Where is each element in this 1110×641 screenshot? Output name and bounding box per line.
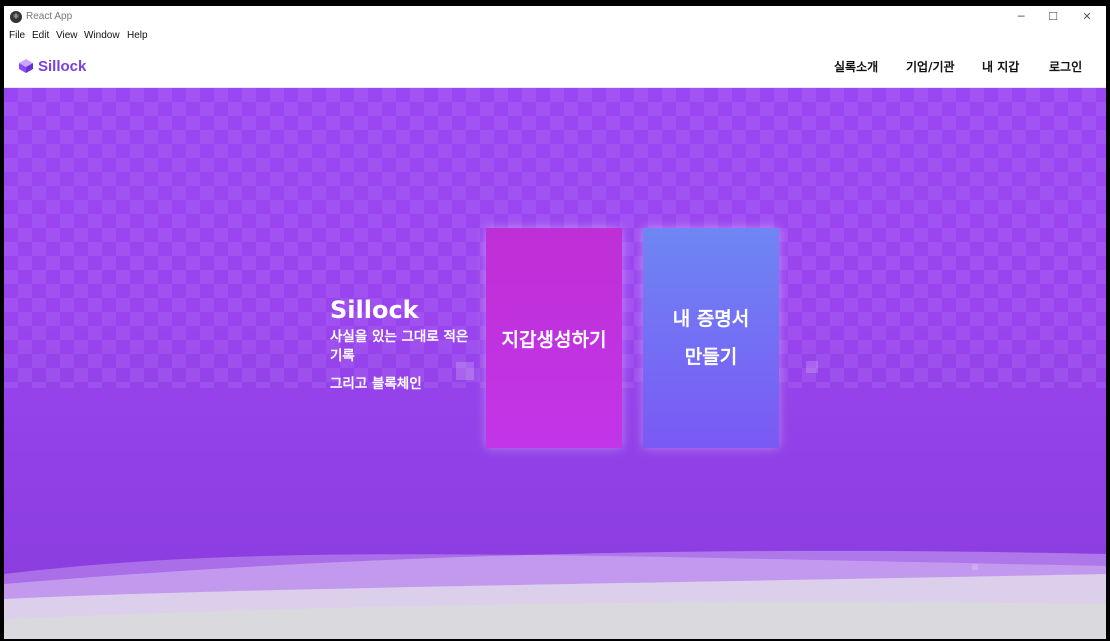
hero-tagline-blockchain: 그리고 블록체인 — [330, 376, 422, 392]
hero-intro: Sillock 사실을 있는 그대로 적은 기록 그리고 블록체인 — [330, 296, 470, 392]
site-navbar: Sillock 실록소개 기업/기관 내 지갑 로그인 — [4, 44, 1106, 88]
menu-window[interactable]: Window — [84, 30, 120, 41]
create-wallet-label: 지갑생성하기 — [501, 328, 607, 351]
make-certificate-card[interactable]: 내 증명서 만들기 — [643, 228, 779, 448]
nav-login[interactable]: 로그인 — [1049, 58, 1082, 75]
make-certificate-label-line1: 내 증명서 — [672, 308, 750, 330]
react-app-icon: ⚛ — [10, 11, 22, 23]
close-button[interactable]: ✕ — [1072, 8, 1102, 26]
maximize-button[interactable]: ☐ — [1038, 8, 1068, 26]
app-window: ⚛ React App ─ ☐ ✕ File Edit View Window … — [4, 6, 1106, 639]
menu-edit[interactable]: Edit — [32, 30, 49, 41]
sillock-cube-icon — [18, 58, 34, 74]
hero-title: Sillock — [330, 296, 419, 324]
floating-square — [806, 361, 818, 373]
brand-logo[interactable]: Sillock — [18, 55, 86, 77]
nav-about[interactable]: 실록소개 — [834, 58, 878, 75]
brand-name: Sillock — [38, 57, 87, 75]
hero-section: Sillock 사실을 있는 그대로 적은 기록 그리고 블록체인 지갑생성하기… — [4, 88, 1106, 639]
nav-organizations[interactable]: 기업/기관 — [906, 58, 955, 75]
menu-file[interactable]: File — [9, 30, 25, 41]
make-certificate-label-line2: 만들기 — [684, 346, 738, 368]
nav-my-wallet[interactable]: 내 지갑 — [982, 58, 1019, 75]
minimize-button[interactable]: ─ — [1006, 8, 1036, 26]
menu-bar: File Edit View Window Help — [4, 28, 1106, 44]
hero-tagline: 사실을 있는 그대로 적은 기록 — [330, 329, 469, 364]
title-bar: ⚛ React App ─ ☐ ✕ — [4, 6, 1106, 28]
menu-view[interactable]: View — [56, 30, 78, 41]
create-wallet-card[interactable]: 지갑생성하기 — [486, 228, 622, 448]
menu-help[interactable]: Help — [127, 30, 148, 41]
window-title: React App — [26, 11, 73, 22]
wave-decoration — [4, 550, 1106, 639]
